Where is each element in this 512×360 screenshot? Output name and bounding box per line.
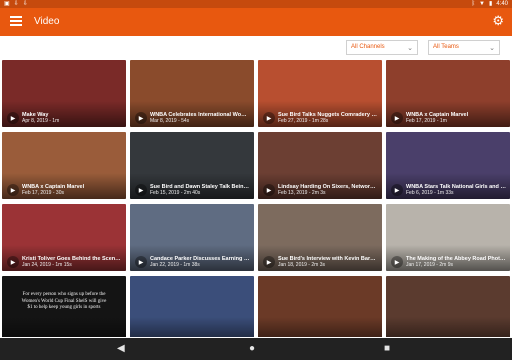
play-icon[interactable]: ▶ — [135, 256, 147, 268]
recents-button[interactable]: ■ — [384, 343, 390, 355]
chevron-down-icon: ⌄ — [489, 45, 495, 52]
video-grid: ▶ Make Way Apr 8, 2019 - 1m ▶ WNBA Celebrate… — [2, 60, 510, 337]
video-tile[interactable]: For every person who signs up before the… — [2, 276, 126, 337]
wifi-icon: ▼ — [479, 1, 485, 7]
tile-gradient — [2, 317, 126, 337]
page-title: Video — [34, 16, 60, 27]
video-tile[interactable] — [258, 276, 382, 337]
bluetooth-icon: ᛒ — [471, 1, 476, 7]
video-meta: Jan 18, 2019 - 2m 3s — [278, 262, 325, 268]
teams-dropdown[interactable]: All Teams ⌄ — [428, 40, 500, 55]
battery-icon: ▮ — [489, 1, 493, 7]
tile-gradient — [258, 317, 382, 337]
home-button[interactable]: ● — [249, 343, 255, 355]
back-button[interactable]: ◀ — [117, 343, 125, 355]
video-tile[interactable]: ▶ Sue Bird and Dawn Staley Talk Being... F… — [130, 132, 254, 199]
video-tile[interactable]: ▶ WNBA Celebrates International Wome... Ma… — [130, 60, 254, 127]
video-tile[interactable]: ▶ Lindsay Harding On Sixers, Networkin...… — [258, 132, 382, 199]
play-icon[interactable]: ▶ — [263, 184, 275, 196]
play-icon[interactable]: ▶ — [7, 256, 19, 268]
download-icon: ⇩ — [22, 1, 28, 7]
navigation-bar: ◀ ● ■ — [0, 338, 512, 360]
video-tile[interactable]: ▶ Make Way Apr 8, 2019 - 1m — [2, 60, 126, 127]
play-icon[interactable]: ▶ — [135, 112, 147, 124]
video-meta: Feb 17, 2019 - 1m — [406, 118, 447, 124]
notification-icon: ▣ — [4, 1, 10, 7]
video-tile[interactable]: ▶ Sue Bird Talks Nuggets Comradery an... F… — [258, 60, 382, 127]
video-caption: For every person who signs up before the… — [21, 292, 107, 310]
video-tile[interactable]: ▶ WNBA x Captain Marvel Feb 17, 2019 - 1m — [386, 60, 510, 127]
status-time: 4:40 — [496, 1, 508, 7]
video-tile[interactable] — [386, 276, 510, 337]
play-icon[interactable]: ▶ — [391, 184, 403, 196]
channels-dropdown-value: All Channels — [351, 44, 385, 50]
video-meta: Feb 15, 2019 - 2m 40s — [150, 190, 201, 196]
play-icon[interactable]: ▶ — [135, 184, 147, 196]
play-icon[interactable]: ▶ — [263, 256, 275, 268]
video-tile[interactable]: ▶ Candace Parker Discusses Earning th... J… — [130, 204, 254, 271]
video-meta: Jan 24, 2019 - 1m 15s — [22, 262, 72, 268]
video-tile[interactable]: ▶ WNBA x Captain Marvel Feb 17, 2019 - 30s — [2, 132, 126, 199]
chevron-down-icon: ⌄ — [407, 45, 413, 52]
settings-icon[interactable]: ⚙ — [492, 13, 504, 29]
tile-gradient — [386, 317, 510, 337]
video-tile[interactable]: ▶ Sue Bird's Interview with Kevin Barnet.… — [258, 204, 382, 271]
play-icon[interactable]: ▶ — [7, 112, 19, 124]
status-bar: ▣ ⇩ ⇩ ᛒ ▼ ▮ 4:40 — [0, 0, 512, 8]
teams-dropdown-value: All Teams — [433, 44, 459, 50]
video-meta: Mar 8, 2019 - 54s — [150, 118, 190, 124]
play-icon[interactable]: ▶ — [7, 184, 19, 196]
menu-icon[interactable] — [10, 16, 22, 26]
app-bar: Video ⚙ — [0, 8, 512, 36]
download-icon: ⇩ — [13, 1, 19, 7]
video-tile[interactable]: ▶ WNBA Stars Talk National Girls and Wo..… — [386, 132, 510, 199]
channels-dropdown[interactable]: All Channels ⌄ — [346, 40, 418, 55]
video-meta: Feb 6, 2019 - 1m 33s — [406, 190, 454, 196]
video-tile[interactable]: ▶ The Making of the Abbey Road Photo fe..… — [386, 204, 510, 271]
video-meta: Jan 17, 2019 - 2m 9s — [406, 262, 453, 268]
play-icon[interactable]: ▶ — [263, 112, 275, 124]
video-tile[interactable] — [130, 276, 254, 337]
video-meta: Feb 17, 2019 - 30s — [22, 190, 64, 196]
tile-gradient — [130, 317, 254, 337]
play-icon[interactable]: ▶ — [391, 112, 403, 124]
video-tile[interactable]: ▶ Kristi Toliver Goes Behind the Scenes..… — [2, 204, 126, 271]
video-meta: Jan 22, 2019 - 1m 38s — [150, 262, 200, 268]
video-meta: Feb 27, 2019 - 1m 28s — [278, 118, 329, 124]
video-meta: Apr 8, 2019 - 1m — [22, 118, 60, 124]
video-meta: Feb 13, 2019 - 2m 3s — [278, 190, 326, 196]
play-icon[interactable]: ▶ — [391, 256, 403, 268]
